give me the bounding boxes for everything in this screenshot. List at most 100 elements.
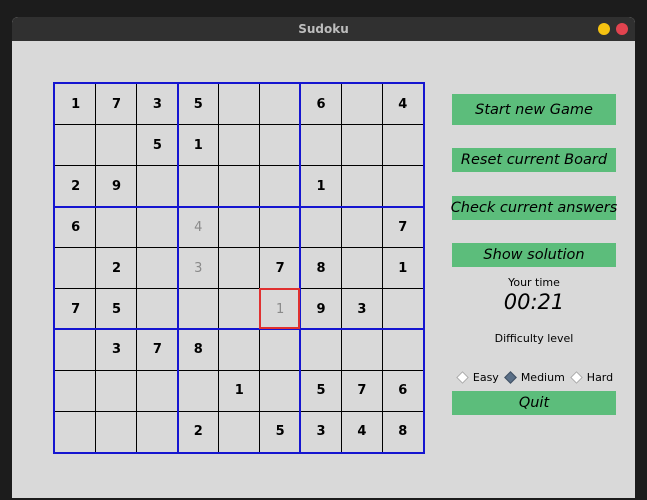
- sudoku-cell[interactable]: [382, 166, 423, 207]
- sudoku-cell[interactable]: 5: [137, 125, 178, 166]
- sudoku-cell[interactable]: 5: [300, 370, 341, 411]
- selected-cell-highlight: [259, 288, 301, 330]
- sudoku-cell[interactable]: [137, 166, 178, 207]
- sudoku-cell[interactable]: 3: [96, 329, 137, 370]
- sudoku-cell[interactable]: [300, 125, 341, 166]
- reset-board-button[interactable]: Reset current Board: [452, 148, 616, 172]
- sudoku-cell[interactable]: 2: [178, 411, 219, 452]
- sudoku-cell[interactable]: [341, 207, 382, 248]
- difficulty-option-medium[interactable]: Medium: [503, 371, 565, 384]
- sudoku-cell[interactable]: 6: [55, 207, 96, 248]
- sudoku-cell[interactable]: 9: [300, 288, 341, 329]
- sudoku-cell[interactable]: [341, 166, 382, 207]
- check-answers-button[interactable]: Check current answers: [451, 196, 617, 220]
- sudoku-cell[interactable]: [259, 125, 300, 166]
- sudoku-cell[interactable]: [178, 370, 219, 411]
- sudoku-cell[interactable]: 8: [382, 411, 423, 452]
- sudoku-cell[interactable]: [259, 166, 300, 207]
- sudoku-cell[interactable]: 8: [300, 248, 341, 289]
- sudoku-cell[interactable]: [219, 329, 260, 370]
- difficulty-option-label: Easy: [472, 371, 499, 384]
- sudoku-cell[interactable]: [55, 329, 96, 370]
- sudoku-cell[interactable]: [341, 125, 382, 166]
- sudoku-cell[interactable]: 6: [382, 370, 423, 411]
- sudoku-cell[interactable]: [96, 207, 137, 248]
- sudoku-cell[interactable]: 3: [300, 411, 341, 452]
- difficulty-option-easy[interactable]: Easy: [455, 371, 499, 384]
- minimize-button[interactable]: [598, 23, 610, 35]
- close-button[interactable]: [616, 23, 628, 35]
- sudoku-cell[interactable]: 1: [55, 84, 96, 125]
- sudoku-cell[interactable]: [137, 411, 178, 452]
- sudoku-cell[interactable]: [96, 411, 137, 452]
- sudoku-cell[interactable]: [341, 248, 382, 289]
- difficulty-option-hard[interactable]: Hard: [569, 371, 613, 384]
- sudoku-cell[interactable]: [300, 207, 341, 248]
- sudoku-cell[interactable]: 4: [178, 207, 219, 248]
- sudoku-cell[interactable]: 7: [341, 370, 382, 411]
- sudoku-cell[interactable]: [178, 166, 219, 207]
- sudoku-cell[interactable]: 8: [178, 329, 219, 370]
- sudoku-cell[interactable]: [259, 84, 300, 125]
- sudoku-cell[interactable]: [341, 84, 382, 125]
- sudoku-cell[interactable]: 2: [96, 248, 137, 289]
- sudoku-cell[interactable]: 7: [382, 207, 423, 248]
- quit-button[interactable]: Quit: [452, 391, 616, 415]
- sudoku-cell[interactable]: [55, 370, 96, 411]
- sudoku-cell[interactable]: [219, 207, 260, 248]
- sudoku-cell[interactable]: [219, 125, 260, 166]
- sudoku-cell[interactable]: [219, 288, 260, 329]
- sudoku-cell[interactable]: [259, 207, 300, 248]
- sudoku-cell[interactable]: 5: [178, 84, 219, 125]
- main-content: 173564512916472378175193378157625348 Sta…: [12, 41, 635, 498]
- sudoku-cell[interactable]: [96, 370, 137, 411]
- sudoku-cell[interactable]: 1: [300, 166, 341, 207]
- window-title: Sudoku: [298, 22, 349, 36]
- title-bar: Sudoku: [12, 17, 635, 41]
- sudoku-cell[interactable]: 1: [219, 370, 260, 411]
- sudoku-cell[interactable]: 4: [341, 411, 382, 452]
- sudoku-cell[interactable]: [137, 370, 178, 411]
- sudoku-cell[interactable]: [341, 329, 382, 370]
- sudoku-cell[interactable]: [382, 125, 423, 166]
- sudoku-cell[interactable]: [96, 125, 137, 166]
- sudoku-cell[interactable]: [382, 329, 423, 370]
- sudoku-cell[interactable]: [137, 207, 178, 248]
- sudoku-cell[interactable]: 3: [178, 248, 219, 289]
- sudoku-cell[interactable]: 6: [300, 84, 341, 125]
- sudoku-cell[interactable]: [219, 248, 260, 289]
- sudoku-cell[interactable]: 3: [341, 288, 382, 329]
- difficulty-selector: Easy Medium Hard: [452, 371, 616, 384]
- sudoku-cell[interactable]: [219, 411, 260, 452]
- sudoku-cell[interactable]: [55, 125, 96, 166]
- sudoku-cell[interactable]: [55, 411, 96, 452]
- sudoku-cell[interactable]: 1: [382, 248, 423, 289]
- sudoku-cell[interactable]: 1: [178, 125, 219, 166]
- timer-display: 00:21: [503, 290, 565, 314]
- sudoku-cell[interactable]: 5: [96, 288, 137, 329]
- show-solution-button[interactable]: Show solution: [452, 243, 616, 267]
- sudoku-cell[interactable]: 7: [96, 84, 137, 125]
- sudoku-cell[interactable]: 7: [259, 248, 300, 289]
- sudoku-cell[interactable]: [137, 288, 178, 329]
- sudoku-cell[interactable]: [55, 248, 96, 289]
- difficulty-option-label: Medium: [520, 371, 565, 384]
- sudoku-cell[interactable]: 7: [137, 329, 178, 370]
- difficulty-option-label: Hard: [586, 371, 614, 384]
- sudoku-cell[interactable]: [178, 288, 219, 329]
- sudoku-cell[interactable]: [259, 370, 300, 411]
- start-new-game-button[interactable]: Start new Game: [452, 94, 616, 125]
- sudoku-cell[interactable]: [137, 248, 178, 289]
- sudoku-cell[interactable]: [219, 84, 260, 125]
- sudoku-board: 173564512916472378175193378157625348: [53, 82, 425, 454]
- sudoku-cell[interactable]: [219, 166, 260, 207]
- sudoku-cell[interactable]: [300, 329, 341, 370]
- sudoku-cell[interactable]: [259, 329, 300, 370]
- sudoku-cell[interactable]: [382, 288, 423, 329]
- sudoku-cell[interactable]: 4: [382, 84, 423, 125]
- sudoku-cell[interactable]: 7: [55, 288, 96, 329]
- sudoku-cell[interactable]: 3: [137, 84, 178, 125]
- sudoku-cell[interactable]: 9: [96, 166, 137, 207]
- sudoku-cell[interactable]: 2: [55, 166, 96, 207]
- sudoku-cell[interactable]: 5: [259, 411, 300, 452]
